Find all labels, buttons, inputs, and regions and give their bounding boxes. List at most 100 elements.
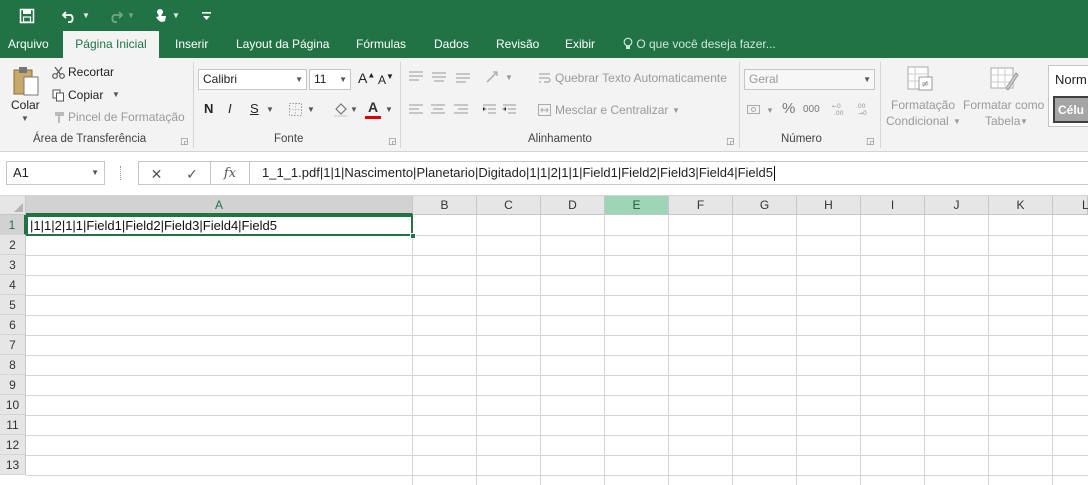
style-normal[interactable]: Norm — [1055, 72, 1087, 87]
wrap-text-button[interactable]: Quebrar Texto Automaticamente — [555, 71, 727, 85]
enter-entry-button[interactable]: ✓ — [174, 161, 210, 185]
row-header-1[interactable]: 1 — [0, 215, 26, 235]
row-header-8[interactable]: 8 — [0, 355, 26, 375]
insert-function-button[interactable]: fx — [210, 161, 249, 185]
tell-me-box[interactable]: O que você deseja fazer... — [623, 31, 776, 58]
worksheet-grid[interactable]: A B C D E F G H I J K L 1 2 3 4 5 6 7 8 … — [0, 196, 1088, 485]
row-header-3[interactable]: 3 — [0, 255, 26, 275]
cell-a1[interactable]: |1|1|2|1|1|Field1|Field2|Field3|Field4|F… — [26, 215, 413, 236]
conditional-dropdown-icon[interactable]: ▼ — [953, 117, 961, 126]
column-header-e[interactable]: E — [605, 196, 669, 215]
currency-icon[interactable] — [746, 103, 764, 117]
formula-bar-grip[interactable] — [120, 166, 122, 180]
fill-handle[interactable] — [410, 233, 416, 239]
row-header-6[interactable]: 6 — [0, 315, 26, 335]
touch-mode-icon[interactable]: ▼ — [150, 0, 184, 31]
bold-button[interactable]: N — [204, 101, 213, 116]
name-box[interactable]: A1 ▼ — [6, 161, 105, 185]
number-format-select[interactable]: Geral ▼ — [744, 69, 875, 90]
redo-icon[interactable]: ▼ — [104, 0, 138, 31]
tab-dados[interactable]: Dados — [434, 31, 469, 58]
column-header-g[interactable]: G — [733, 196, 797, 215]
underline-button[interactable]: S — [250, 101, 259, 116]
grow-font-button[interactable]: A▲ — [358, 70, 375, 86]
alignment-launcher-icon[interactable]: ◲ — [726, 136, 735, 147]
font-name-select[interactable]: Calibri ▼ — [198, 69, 307, 90]
font-color-bar — [365, 116, 381, 119]
column-header-f[interactable]: F — [669, 196, 733, 215]
column-header-i[interactable]: I — [861, 196, 925, 215]
row-header-9[interactable]: 9 — [0, 375, 26, 395]
conditional-formatting-line2[interactable]: Condicional — [886, 114, 949, 128]
font-color-dropdown-icon[interactable]: ▼ — [385, 105, 393, 114]
merge-dropdown-icon[interactable]: ▼ — [672, 106, 680, 115]
clipboard-launcher-icon[interactable]: ◲ — [180, 136, 189, 147]
paste-dropdown-icon[interactable]: ▼ — [21, 114, 29, 123]
shrink-font-button[interactable]: A▼ — [378, 72, 394, 87]
undo-icon[interactable]: ▼ — [58, 0, 94, 31]
column-header-j[interactable]: J — [925, 196, 989, 215]
increase-decimal-icon[interactable]: ←0.00 — [831, 101, 849, 117]
tab-exibir[interactable]: Exibir — [565, 31, 595, 58]
save-icon[interactable] — [14, 0, 40, 31]
column-header-k[interactable]: K — [989, 196, 1053, 215]
select-all-button[interactable] — [0, 196, 26, 215]
column-header-a[interactable]: A — [26, 196, 413, 215]
tab-formulas[interactable]: Fórmulas — [356, 31, 406, 58]
row-header-11[interactable]: 11 — [0, 415, 26, 435]
tab-inserir[interactable]: Inserir — [175, 31, 208, 58]
formula-input[interactable]: 1_1_1.pdf|1|1|Nascimento|Planetario|Digi… — [249, 161, 1088, 185]
column-header-h[interactable]: H — [797, 196, 861, 215]
number-launcher-icon[interactable]: ◲ — [866, 136, 875, 147]
row-header-7[interactable]: 7 — [0, 335, 26, 355]
font-color-button[interactable]: A — [368, 99, 378, 115]
conditional-formatting-line1[interactable]: Formatação — [891, 98, 955, 112]
font-size-select[interactable]: 11 ▼ — [309, 69, 351, 90]
paste-button[interactable]: Colar — [11, 98, 40, 112]
tab-pagina-inicial[interactable]: Página Inicial — [63, 31, 159, 58]
column-header-c[interactable]: C — [477, 196, 541, 215]
font-launcher-icon[interactable]: ◲ — [388, 136, 397, 147]
orientation-dropdown-icon[interactable]: ▼ — [505, 73, 513, 82]
cancel-entry-button[interactable]: ✕ — [138, 161, 174, 185]
format-as-table-line2[interactable]: Tabela — [985, 114, 1020, 128]
cell-styles-gallery[interactable]: Norm Célu — [1048, 65, 1088, 127]
merge-center-button[interactable]: Mesclar e Centralizar — [555, 103, 668, 117]
copy-button[interactable]: Copiar — [68, 88, 103, 102]
tab-revisao[interactable]: Revisão — [496, 31, 539, 58]
row-header-13[interactable]: 13 — [0, 455, 26, 475]
table-dropdown-icon[interactable]: ▼ — [1020, 117, 1028, 126]
underline-dropdown-icon[interactable]: ▼ — [266, 105, 274, 114]
fill-color-icon[interactable] — [332, 101, 348, 117]
horizontal-align-icons[interactable] — [408, 103, 470, 117]
paste-icon[interactable] — [10, 64, 42, 98]
borders-icon[interactable] — [288, 102, 302, 116]
indent-icons[interactable] — [482, 103, 518, 117]
row-header-2[interactable]: 2 — [0, 235, 26, 255]
cut-button[interactable]: Recortar — [68, 65, 114, 79]
italic-button[interactable]: I — [228, 101, 232, 116]
orientation-icon[interactable] — [484, 70, 504, 84]
column-header-d[interactable]: D — [541, 196, 605, 215]
row-header-12[interactable]: 12 — [0, 435, 26, 455]
tab-arquivo[interactable]: Arquivo — [8, 31, 49, 58]
column-header-b[interactable]: B — [413, 196, 477, 215]
column-header-l[interactable]: L — [1053, 196, 1088, 215]
fill-color-dropdown-icon[interactable]: ▼ — [350, 105, 358, 114]
vertical-align-icons[interactable] — [408, 70, 474, 84]
customize-qat-icon[interactable] — [198, 0, 214, 31]
shrink-font-label: A — [378, 73, 387, 87]
format-painter-button[interactable]: Pincel de Formatação — [68, 110, 185, 124]
style-cell[interactable]: Célu — [1053, 96, 1088, 123]
row-header-10[interactable]: 10 — [0, 395, 26, 415]
thousands-button[interactable]: 000 — [803, 104, 820, 115]
currency-dropdown-icon[interactable]: ▼ — [766, 106, 774, 115]
row-header-4[interactable]: 4 — [0, 275, 26, 295]
row-header-5[interactable]: 5 — [0, 295, 26, 315]
percent-button[interactable]: % — [782, 100, 795, 117]
borders-dropdown-icon[interactable]: ▼ — [307, 105, 315, 114]
copy-dropdown-icon[interactable]: ▼ — [112, 90, 120, 99]
tab-layout-da-pagina[interactable]: Layout da Página — [236, 31, 329, 58]
decrease-decimal-icon[interactable]: .00 →0 — [855, 101, 873, 117]
format-as-table-line1[interactable]: Formatar como — [963, 98, 1044, 112]
